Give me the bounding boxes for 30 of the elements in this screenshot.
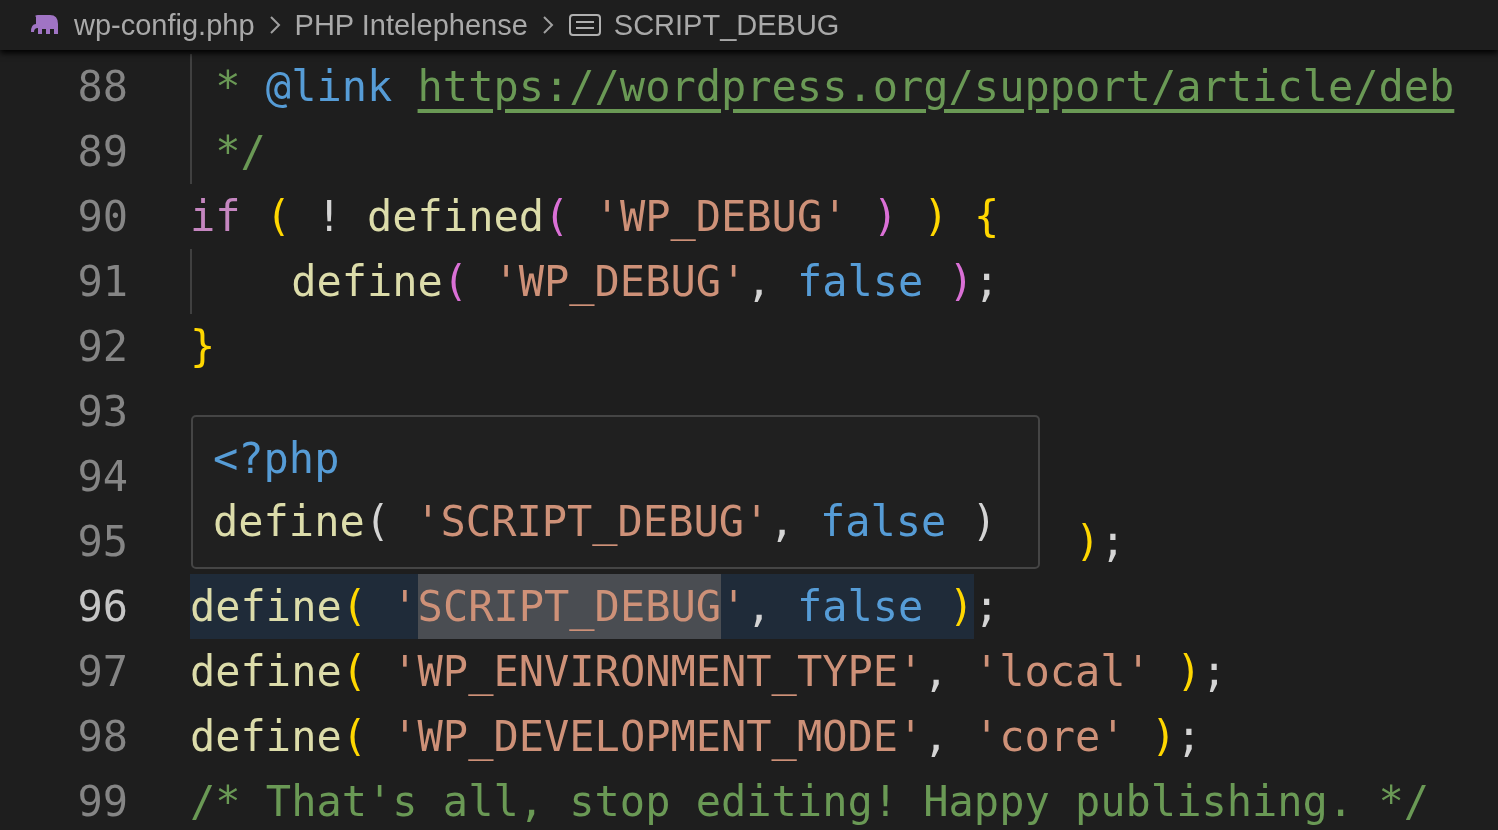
line-number: 91 bbox=[76, 257, 128, 306]
line-number: 96 bbox=[76, 582, 128, 631]
breadcrumb-item[interactable]: PHP Intelephense bbox=[294, 8, 528, 42]
line-number: 99 bbox=[76, 777, 128, 826]
line-number: 88 bbox=[76, 62, 128, 111]
code-line: define( 'WP_ENVIRONMENT_TYPE', 'local' ); bbox=[190, 646, 1227, 698]
code-line: define( 'WP_DEBUG', false ); bbox=[190, 249, 1000, 314]
line-number: 89 bbox=[76, 127, 128, 176]
code-snippet-line: <?php bbox=[213, 433, 341, 485]
constant-symbol-icon bbox=[567, 13, 602, 37]
line-number: 93 bbox=[76, 387, 128, 436]
line-number: 95 bbox=[76, 517, 128, 566]
line-number: 90 bbox=[76, 192, 128, 241]
code-line: ); bbox=[1075, 516, 1126, 568]
line-number: 94 bbox=[76, 452, 128, 501]
code-line: */ bbox=[190, 119, 266, 184]
line-number: 98 bbox=[76, 712, 128, 761]
breadcrumb-item[interactable]: SCRIPT_DEBUG bbox=[567, 8, 840, 42]
line-number: 97 bbox=[76, 647, 128, 696]
line-number: 92 bbox=[76, 322, 128, 371]
code-line: define( 'WP_DEVELOPMENT_MODE', 'core' ); bbox=[190, 711, 1202, 763]
code-snippet-line: define( 'SCRIPT_DEBUG', false ) bbox=[213, 496, 998, 548]
chevron-icon bbox=[541, 15, 554, 35]
code-line: * @link https://wordpress.org/support/article/deb bbox=[190, 54, 1455, 119]
breadcrumb-item[interactable]: wp-config.php bbox=[30, 8, 255, 42]
code-line: define( 'SCRIPT_DEBUG', false ); bbox=[190, 574, 1000, 639]
chevron-icon bbox=[268, 15, 281, 35]
code-line: /* That's all, stop editing! Happy publishing. */ bbox=[190, 776, 1430, 828]
code-line: } bbox=[190, 321, 216, 373]
code-line: if ( ! defined( 'WP_DEBUG' ) ) { bbox=[190, 191, 1000, 243]
